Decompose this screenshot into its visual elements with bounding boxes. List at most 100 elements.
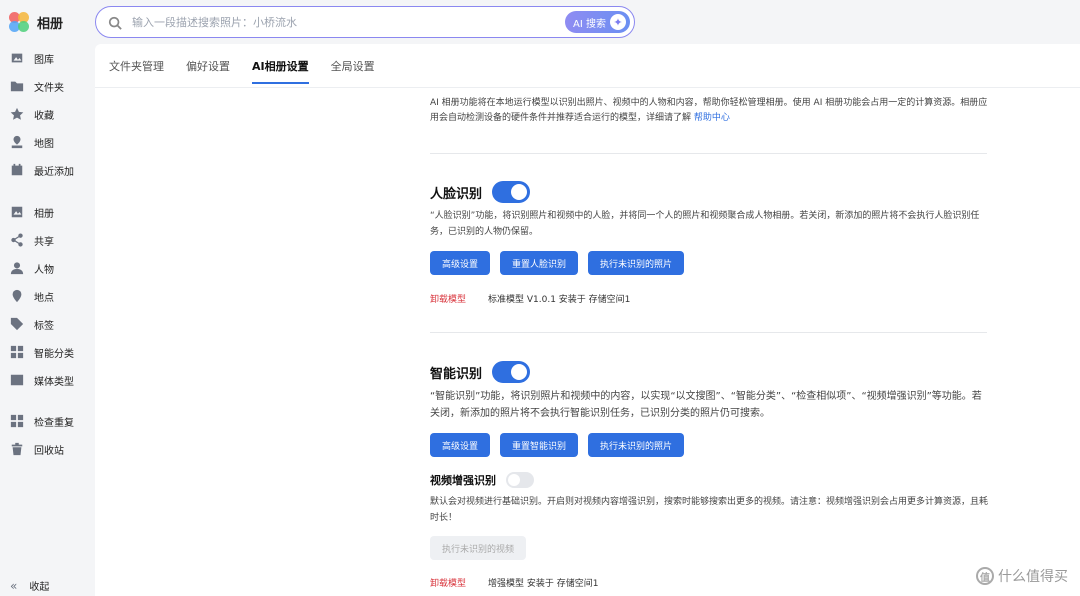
watermark: 值 什么值得买 — [976, 566, 1068, 586]
face-recognition-description: “人脸识别”功能，将识别照片和视频中的人脸，并将同一个人的照片和视频聚合成人物相… — [430, 211, 980, 237]
app-brand: 相册 — [9, 12, 63, 32]
search-input[interactable] — [132, 15, 552, 29]
location-icon — [10, 289, 24, 303]
face-model-row: 卸载模型 标准模型 V1.0.1 安装于 存储空间1 — [430, 292, 630, 305]
sidebar-item-label: 检查重复 — [34, 417, 74, 429]
sidebar-item-share[interactable]: 共享 — [10, 229, 54, 251]
video-model-info: 增强模型 安装于 存储空间1 — [488, 579, 599, 589]
search-bar: AI 搜索 ✦ — [95, 6, 635, 38]
smart-recognition-title: 智能识别 — [430, 366, 483, 382]
sidebar-item-recent[interactable]: 最近添加 — [10, 159, 74, 181]
media-icon — [10, 373, 24, 387]
tab-preferences[interactable]: 偏好设置 — [186, 58, 230, 84]
sidebar-item-label: 标签 — [34, 320, 54, 332]
smart-button-row: 高级设置 重置智能识别 执行未识别的照片 — [430, 433, 685, 457]
section-divider — [430, 332, 987, 333]
sparkle-icon: ✦ — [610, 14, 626, 30]
tab-divider — [95, 87, 1080, 88]
sidebar-item-albums[interactable]: 相册 — [10, 201, 54, 223]
double-chevron-left-icon: « — [10, 578, 18, 593]
map-icon — [10, 135, 24, 149]
sidebar-item-label: 文件夹 — [34, 82, 64, 94]
tab-ai-album-settings[interactable]: AI相册设置 — [252, 58, 309, 84]
ai-settings-content: AI 相册功能将在本地运行模型以识别出照片、视频中的人物和内容，帮助你轻松管理相… — [430, 96, 990, 589]
face-recognition-toggle[interactable] — [492, 181, 531, 203]
collapse-label: 收起 — [29, 582, 50, 593]
tab-folder-management[interactable]: 文件夹管理 — [109, 58, 164, 84]
search-icon — [108, 15, 122, 30]
face-process-unrecognized-button[interactable]: 执行未识别的照片 — [588, 251, 685, 275]
toggle-knob — [511, 184, 528, 200]
sidebar-item-label: 人物 — [34, 264, 54, 276]
person-icon — [10, 261, 24, 275]
reset-face-recognition-button[interactable]: 重置人脸识别 — [500, 251, 579, 275]
sidebar-item-label: 图库 — [34, 54, 54, 66]
face-advanced-settings-button[interactable]: 高级设置 — [430, 251, 491, 275]
sidebar-item-label: 相册 — [34, 208, 54, 220]
ai-search-button[interactable]: AI 搜索 ✦ — [565, 11, 630, 33]
app-name: 相册 — [37, 16, 64, 32]
tab-global-settings[interactable]: 全局设置 — [331, 58, 375, 84]
sidebar-item-label: 智能分类 — [34, 348, 74, 360]
album-icon — [10, 205, 24, 219]
sidebar-item-label: 地图 — [34, 138, 54, 150]
folder-icon — [10, 79, 24, 93]
sidebar-item-label: 回收站 — [34, 445, 64, 457]
trash-icon — [10, 442, 24, 456]
face-recognition-title: 人脸识别 — [430, 186, 483, 202]
sidebar-item-places[interactable]: 地点 — [10, 285, 54, 307]
gallery-icon — [10, 51, 24, 65]
watermark-logo-icon: 值 — [976, 567, 994, 585]
smart-recognition-toggle[interactable] — [492, 361, 531, 383]
reset-smart-recognition-button[interactable]: 重置智能识别 — [500, 433, 579, 457]
video-model-row: 卸载模型 增强模型 安装于 存储空间1 — [430, 576, 598, 589]
sidebar-item-label: 最近添加 — [34, 166, 74, 178]
settings-panel: 文件夹管理 偏好设置 AI相册设置 全局设置 AI 相册功能将在本地运行模型以识… — [95, 44, 1080, 596]
sidebar-item-folder[interactable]: 文件夹 — [10, 75, 64, 97]
grid-icon — [10, 345, 24, 359]
video-enhance-header: 视频增强识别 — [430, 472, 534, 488]
tag-icon — [10, 317, 24, 331]
video-enhance-title: 视频增强识别 — [430, 474, 496, 487]
smart-recognition-header: 智能识别 — [430, 361, 531, 383]
video-uninstall-model-link[interactable]: 卸载模型 — [430, 576, 466, 589]
sidebar-item-people[interactable]: 人物 — [10, 257, 54, 279]
intro-text: AI 相册功能将在本地运行模型以识别出照片、视频中的人物和内容，帮助你轻松管理相… — [430, 96, 988, 126]
toggle-knob — [511, 364, 528, 380]
section-divider — [430, 153, 987, 154]
video-enhance-toggle[interactable] — [506, 472, 534, 488]
sidebar-item-label: 地点 — [34, 292, 54, 304]
face-model-info: 标准模型 V1.0.1 安装于 存储空间1 — [488, 295, 631, 305]
sidebar-collapse-button[interactable]: « 收起 — [10, 578, 50, 594]
video-enhance-description: 默认会对视频进行基础识别。开启则对视频内容增强识别，搜索时能够搜索出更多的视频。… — [430, 497, 989, 523]
sidebar-item-media-types[interactable]: 媒体类型 — [10, 369, 74, 391]
help-center-link[interactable]: 帮助中心 — [694, 113, 730, 123]
toggle-knob — [508, 474, 520, 486]
sidebar-item-favorites[interactable]: 收藏 — [10, 103, 54, 125]
sidebar-item-trash[interactable]: 回收站 — [10, 438, 64, 460]
flower-logo-icon — [9, 12, 29, 32]
sidebar-item-duplicates[interactable]: 检查重复 — [10, 410, 74, 432]
sidebar-item-smart-categories[interactable]: 智能分类 — [10, 341, 74, 363]
sidebar-item-label: 媒体类型 — [34, 376, 74, 388]
face-uninstall-model-link[interactable]: 卸载模型 — [430, 292, 466, 305]
sidebar: 相册 图库 文件夹 收藏 地图 最近添加 相册 共享 人物 地点 标签 智能分类… — [0, 0, 95, 596]
video-process-unrecognized-button[interactable]: 执行未识别的视频 — [430, 536, 527, 560]
sidebar-item-map[interactable]: 地图 — [10, 131, 54, 153]
smart-process-unrecognized-button[interactable]: 执行未识别的照片 — [588, 433, 685, 457]
share-icon — [10, 233, 24, 247]
calendar-icon — [10, 163, 24, 177]
face-button-row: 高级设置 重置人脸识别 执行未识别的照片 — [430, 251, 685, 275]
sidebar-item-label: 收藏 — [34, 110, 54, 122]
duplicate-icon — [10, 414, 24, 428]
sidebar-item-label: 共享 — [34, 236, 54, 248]
video-button-row: 执行未识别的视频 — [430, 536, 527, 560]
sidebar-item-tags[interactable]: 标签 — [10, 313, 54, 335]
ai-search-label: AI 搜索 — [573, 18, 606, 30]
face-recognition-header: 人脸识别 — [430, 181, 531, 203]
smart-advanced-settings-button[interactable]: 高级设置 — [430, 433, 491, 457]
sidebar-item-gallery[interactable]: 图库 — [10, 47, 54, 69]
watermark-text: 什么值得买 — [998, 569, 1068, 585]
star-icon — [10, 107, 24, 121]
smart-recognition-description: “智能识别”功能，将识别照片和视频中的内容，以实现“以文搜图”、“智能分类”、“… — [430, 391, 982, 419]
